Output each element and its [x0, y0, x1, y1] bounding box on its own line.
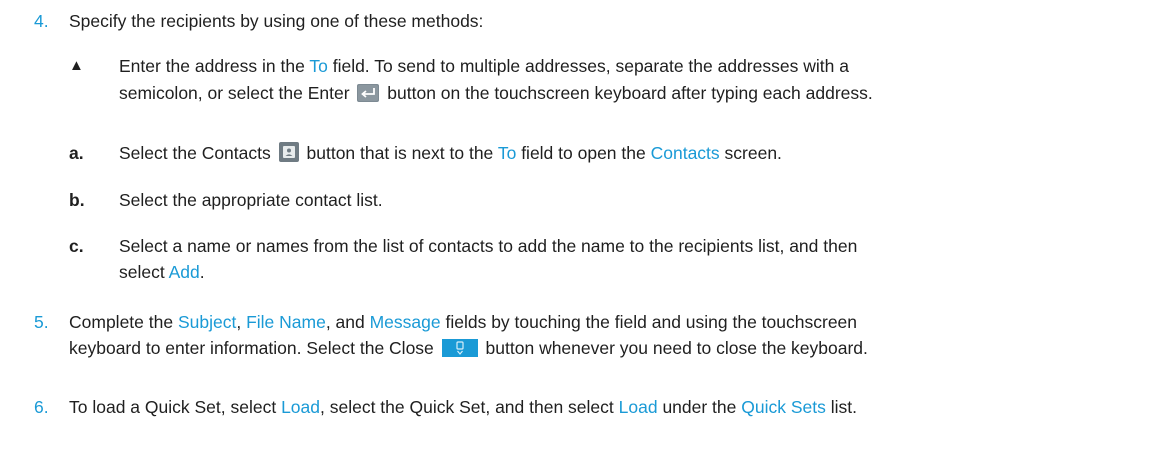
substep-c-line-2-pre: select [119, 262, 169, 282]
step-6-mid-1: , select the Quick Set, and then select [320, 397, 619, 417]
step-6-mid-2: under the [657, 397, 742, 417]
step-4-text: Specify the recipients by using one of t… [69, 11, 484, 31]
step-5-line-2: keyboard to enter information. Select th… [69, 335, 868, 364]
bullet-triangle-marker: ▲ [69, 57, 84, 74]
substep-a-pre: Select the Contacts [119, 143, 271, 163]
substep-a-post: screen. [719, 143, 782, 163]
bullet-line-1-pre: Enter the address in the [119, 56, 310, 76]
instructions-document: 4. Specify the recipients by using one o… [0, 0, 1153, 476]
substep-a-mid2: field to open the [516, 143, 651, 163]
step-5-sep-1: , [236, 312, 247, 332]
substep-c-line-2-post: . [199, 262, 205, 282]
substep-c-line-2: select Add. [119, 259, 205, 285]
bullet-line-2-pre: semicolon, or select the Enter [119, 83, 350, 103]
step-5-line-1-pre: Complete the [69, 312, 178, 332]
bullet-line-2-post: button on the touchscreen keyboard after… [387, 83, 873, 103]
substep-a-marker: a. [69, 143, 84, 163]
step-5-sep-2: , and [325, 312, 370, 332]
add-link[interactable]: Add [169, 262, 200, 282]
step-5-number: 5. [34, 312, 49, 332]
file-name-field-link[interactable]: File Name [246, 312, 326, 332]
substep-c-marker: c. [69, 236, 84, 256]
load-link-1[interactable]: Load [281, 397, 320, 417]
bullet-line-1: Enter the address in the To field. To se… [119, 53, 849, 79]
to-field-link[interactable]: To [309, 56, 327, 76]
bullet-line-1-post: field. To send to multiple addresses, se… [327, 56, 849, 76]
step-6-text: To load a Quick Set, select Load, select… [69, 394, 857, 420]
step-5-line-1-post: fields by touching the field and using t… [440, 312, 858, 332]
step-5-line-1: Complete the Subject, File Name, and Mes… [69, 309, 857, 335]
step-5-line-2-post: button whenever you need to close the ke… [485, 338, 868, 358]
step-6-pre: To load a Quick Set, select [69, 397, 282, 417]
substep-a-mid: button that is next to the [306, 143, 498, 163]
contacts-screen-link[interactable]: Contacts [651, 143, 720, 163]
load-link-2[interactable]: Load [619, 397, 658, 417]
subject-field-link[interactable]: Subject [178, 312, 236, 332]
step-6-post: list. [825, 397, 857, 417]
to-field-link-2[interactable]: To [498, 143, 516, 163]
step-6-number: 6. [34, 397, 49, 417]
substep-b-text: Select the appropriate contact list. [119, 190, 383, 210]
step-5-line-2-pre: keyboard to enter information. Select th… [69, 338, 434, 358]
bullet-line-2: semicolon, or select the Enter button on… [119, 80, 873, 109]
quick-sets-link[interactable]: Quick Sets [741, 397, 826, 417]
substep-c-line-1: Select a name or names from the list of … [119, 236, 858, 256]
step-4-number: 4. [34, 11, 49, 31]
substep-b-marker: b. [69, 190, 85, 210]
contacts-icon [278, 142, 299, 169]
close-keyboard-icon [441, 338, 478, 364]
enter-key-icon [357, 83, 380, 109]
substep-a-text: Select the Contacts button that is next … [119, 140, 782, 169]
message-field-link[interactable]: Message [370, 312, 441, 332]
